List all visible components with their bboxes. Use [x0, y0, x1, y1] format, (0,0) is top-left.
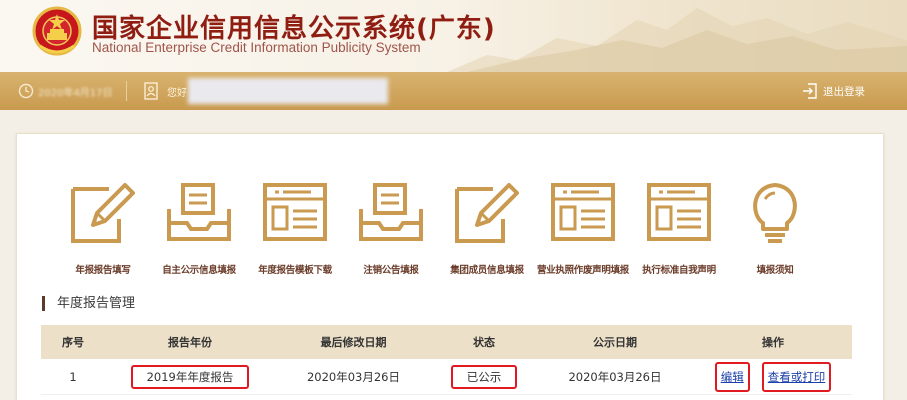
publish-date: 2020年03月26日	[568, 369, 662, 384]
table-row: 1 2019年年度报告 2020年03月26日 已公示 2020年03月26日 …	[41, 359, 852, 395]
logout-icon[interactable]	[801, 82, 819, 100]
redacted-username	[188, 78, 388, 104]
main-panel: 年报报告填写 自主公示信息填报 年度报告模板下载 注销公告填报 集团成员信息填报…	[16, 133, 884, 400]
template-icon	[551, 183, 615, 241]
mountain-watermark	[447, 8, 907, 72]
func-template-download[interactable]: 年度报告模板下载	[245, 179, 341, 276]
column-header: 最后修改日期	[320, 336, 387, 349]
divider	[126, 81, 127, 101]
column-header: 公示日期	[593, 336, 637, 349]
greeting-text: 您好	[167, 88, 187, 99]
edit-form-icon	[71, 183, 135, 243]
national-emblem-icon	[32, 6, 82, 56]
template-icon	[647, 183, 711, 241]
func-self-disclosure[interactable]: 自主公示信息填报	[149, 179, 245, 276]
user-card-icon	[144, 82, 158, 100]
section-title: 年度报告管理	[42, 296, 135, 311]
current-date: 2020年4月17日	[38, 88, 113, 99]
clock-icon	[18, 83, 34, 99]
table-header-row: 序号 报告年份 最后修改日期 状态 公示日期 操作	[41, 325, 852, 359]
row-actions: 编辑 查看或打印	[714, 361, 832, 392]
func-standard-self-declaration[interactable]: 执行标准自我声明	[629, 179, 725, 276]
column-header: 报告年份	[168, 336, 212, 349]
top-bar: 2020年4月17日 您好 退出登录	[0, 72, 907, 110]
status-badge: 已公示	[450, 364, 518, 389]
function-grid: 年报报告填写 自主公示信息填报 年度报告模板下载 注销公告填报 集团成员信息填报…	[53, 179, 803, 276]
edit-form-icon	[455, 183, 519, 243]
report-year-cell: 2019年年度报告	[105, 359, 275, 394]
func-filing-instructions[interactable]: 填报须知	[725, 179, 821, 276]
report-year: 2019年年度报告	[130, 364, 250, 389]
func-annual-report-fill[interactable]: 年报报告填写	[53, 179, 149, 276]
column-header: 操作	[762, 336, 784, 349]
template-icon	[263, 183, 327, 241]
actions-cell: 编辑 查看或打印	[694, 359, 852, 394]
logout-link[interactable]: 退出登录	[823, 84, 865, 99]
site-header: 国家企业信用信息公示系统(广东) National Enterprise Cre…	[0, 0, 907, 72]
func-label: 填报须知	[756, 265, 794, 276]
func-group-member-info[interactable]: 集团成员信息填报	[437, 179, 533, 276]
column-header: 序号	[62, 336, 84, 349]
edit-link[interactable]: 编辑	[714, 361, 750, 392]
view-print-link[interactable]: 查看或打印	[761, 361, 832, 392]
lightbulb-icon	[753, 183, 797, 243]
row-index: 1	[69, 369, 77, 384]
func-deregistration-notice[interactable]: 注销公告填报	[341, 179, 437, 276]
func-license-void-statement[interactable]: 营业执照作废声明填报	[533, 179, 629, 276]
tray-document-icon	[167, 183, 231, 241]
tray-document-icon	[359, 183, 423, 241]
column-header: 状态	[473, 336, 495, 349]
site-subtitle: National Enterprise Credit Information P…	[92, 40, 421, 55]
modified-date: 2020年03月26日	[306, 369, 401, 384]
annual-report-table: 序号 报告年份 最后修改日期 状态 公示日期 操作 1 2019年年度报告 20…	[41, 325, 852, 395]
status-cell: 已公示	[432, 359, 536, 394]
